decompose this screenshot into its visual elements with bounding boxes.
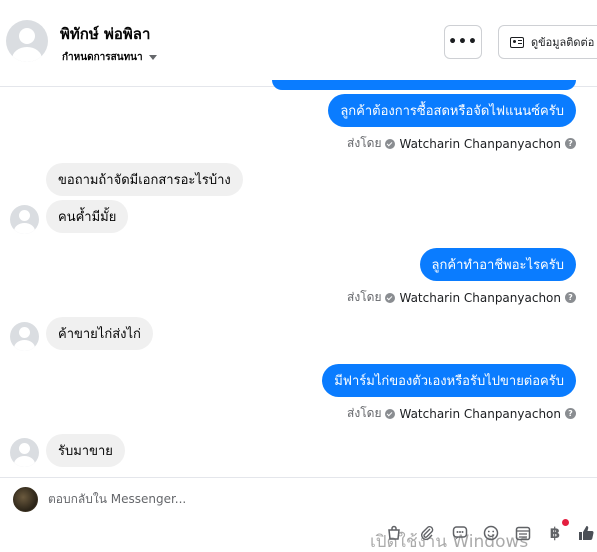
verified-check-icon [385, 408, 396, 419]
bag-icon[interactable] [383, 522, 405, 544]
help-icon[interactable]: ? [565, 408, 576, 419]
like-icon[interactable] [575, 522, 597, 544]
label-dropdown[interactable]: กำหนดการสนทนา [62, 50, 157, 65]
sent-by-prefix: ส่งโดย [347, 290, 382, 304]
contact-name[interactable]: พิทักษ์ พ่อพิลา [60, 22, 150, 46]
sender-avatar [10, 322, 39, 351]
view-contact-button[interactable]: ดูข้อมูลติดต่อ [498, 25, 597, 59]
notification-dot [562, 519, 569, 526]
page-avatar [13, 487, 38, 512]
verified-check-icon [385, 138, 396, 149]
reply-composer: เปิดใช้งาน Windows ฿ [0, 477, 597, 552]
message-bubble-incoming[interactable]: รับมาขาย [46, 434, 125, 467]
paperclip-icon[interactable] [416, 522, 438, 544]
message-bubble-outgoing[interactable]: มีฟาร์มไก่ของตัวเองหรือรับไปขายต่อครับ [322, 364, 576, 397]
sent-by-row: ส่งโดย Watcharin Chanpanyachon ? [347, 134, 576, 153]
emoji-icon[interactable] [480, 522, 502, 544]
conversation-header: พิทักษ์ พ่อพิลา กำหนดการสนทนา ••• ดูข้อม… [0, 0, 597, 87]
message-template-icon[interactable] [449, 522, 471, 544]
verified-check-icon [385, 292, 396, 303]
sender-name[interactable]: Watcharin Chanpanyachon [399, 137, 561, 151]
help-icon[interactable]: ? [565, 138, 576, 149]
message-bubble-incoming[interactable]: ค้าขายไก่ส่งไก่ [46, 317, 153, 350]
sender-avatar [10, 205, 39, 234]
label-dropdown-text: กำหนดการสนทนา [62, 52, 143, 63]
sent-by-row: ส่งโดย Watcharin Chanpanyachon ? [347, 288, 576, 307]
message-bubble-outgoing[interactable]: ลูกค้าต้องการซื้อสดหรือจัดไฟแนนซ์ครับ [328, 94, 576, 127]
contact-card-icon [510, 36, 524, 48]
sent-by-prefix: ส่งโดย [347, 406, 382, 420]
contact-avatar[interactable] [6, 20, 48, 62]
message-bubble-incoming[interactable]: ขอถามถ้าจัดมีเอกสารอะไรบ้าง [46, 163, 243, 196]
message-bubble-partial [272, 80, 576, 90]
view-contact-label: ดูข้อมูลติดต่อ [531, 36, 595, 49]
sender-avatar [10, 438, 39, 467]
more-options-label: ••• [448, 34, 478, 50]
sender-name[interactable]: Watcharin Chanpanyachon [399, 407, 561, 421]
sender-name[interactable]: Watcharin Chanpanyachon [399, 291, 561, 305]
help-icon[interactable]: ? [565, 292, 576, 303]
caret-down-icon [148, 55, 157, 60]
message-bubble-outgoing[interactable]: ลูกค้าทำอาชีพอะไรครับ [419, 248, 576, 281]
sent-by-row: ส่งโดย Watcharin Chanpanyachon ? [347, 404, 576, 423]
sent-by-prefix: ส่งโดย [347, 136, 382, 150]
calendar-icon[interactable] [512, 522, 534, 544]
message-bubble-incoming[interactable]: คนค้ำมีมั้ย [46, 200, 129, 233]
composer-toolbar: ฿ [380, 522, 597, 552]
more-options-button[interactable]: ••• [444, 25, 482, 59]
reply-input[interactable] [48, 492, 448, 506]
